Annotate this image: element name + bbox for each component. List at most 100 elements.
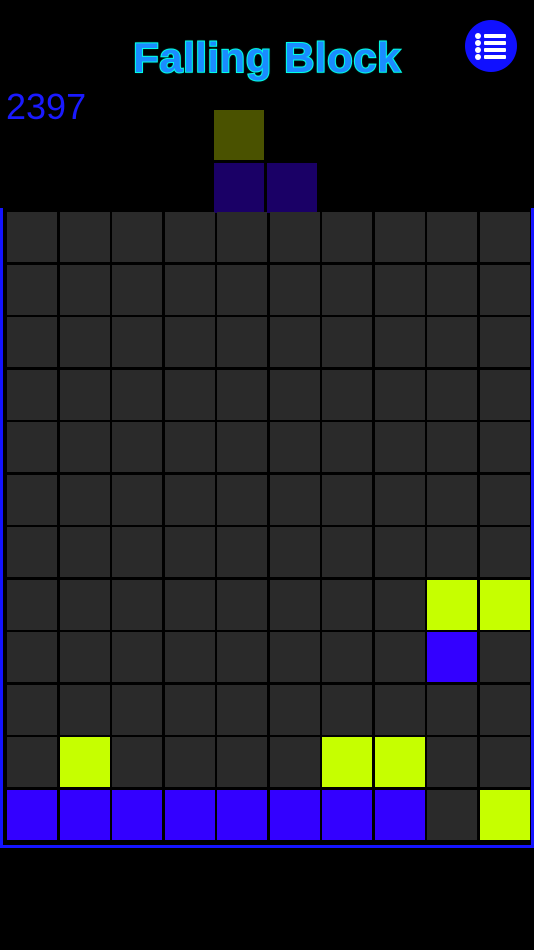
board-cell bbox=[322, 632, 372, 682]
game-board[interactable] bbox=[0, 208, 534, 848]
board-cell bbox=[7, 369, 57, 420]
board-cell bbox=[374, 369, 425, 420]
list-icon bbox=[475, 33, 506, 60]
board-cell bbox=[112, 369, 162, 420]
board-cell bbox=[59, 684, 110, 735]
board-cell bbox=[427, 422, 477, 472]
board-cell bbox=[322, 527, 372, 577]
next-piece-cell bbox=[214, 162, 264, 213]
board-cell bbox=[7, 264, 57, 315]
board-cell bbox=[7, 422, 57, 472]
board-cell bbox=[7, 737, 57, 787]
score-counter: 2397 bbox=[6, 86, 87, 127]
board-cell bbox=[427, 369, 477, 420]
board-cell bbox=[322, 737, 372, 787]
board-cell bbox=[427, 317, 477, 367]
board-cell bbox=[479, 474, 530, 525]
board-cell bbox=[7, 317, 57, 367]
board-cell bbox=[374, 632, 425, 682]
board-cell bbox=[217, 317, 267, 367]
board-cell bbox=[479, 317, 530, 367]
board-cell bbox=[59, 264, 110, 315]
board-cell bbox=[7, 632, 57, 682]
board-cell bbox=[112, 317, 162, 367]
board-cell bbox=[374, 422, 425, 472]
board-cell bbox=[269, 579, 320, 630]
board-cell bbox=[164, 737, 215, 787]
board-cell bbox=[374, 317, 425, 367]
board-cell bbox=[269, 527, 320, 577]
board-cell bbox=[217, 579, 267, 630]
board-cell bbox=[269, 212, 320, 262]
board-cell bbox=[59, 632, 110, 682]
board-cell bbox=[59, 474, 110, 525]
board-cell bbox=[217, 369, 267, 420]
board-cell bbox=[322, 212, 372, 262]
board-cell bbox=[164, 369, 215, 420]
board-cell bbox=[479, 684, 530, 735]
board-cell bbox=[374, 789, 425, 840]
board-cell bbox=[7, 579, 57, 630]
board-cell bbox=[112, 212, 162, 262]
board-cell bbox=[427, 632, 477, 682]
board-cell bbox=[217, 212, 267, 262]
board-cell bbox=[374, 212, 425, 262]
board-cell bbox=[217, 632, 267, 682]
board-cell bbox=[112, 264, 162, 315]
board-cell bbox=[164, 264, 215, 315]
board-cell bbox=[479, 264, 530, 315]
menu-button[interactable] bbox=[465, 20, 517, 72]
board-cell bbox=[217, 527, 267, 577]
board-cell bbox=[479, 579, 530, 630]
board-cell bbox=[322, 264, 372, 315]
board-cell bbox=[7, 527, 57, 577]
board-cell bbox=[322, 474, 372, 525]
board-cell bbox=[7, 684, 57, 735]
board-cell bbox=[164, 474, 215, 525]
board-cell bbox=[427, 264, 477, 315]
board-cell bbox=[59, 789, 110, 840]
board-cell bbox=[427, 527, 477, 577]
board-cell bbox=[427, 737, 477, 787]
board-cell bbox=[374, 474, 425, 525]
board-cell bbox=[269, 474, 320, 525]
board-cell bbox=[112, 789, 162, 840]
board-grid bbox=[7, 212, 533, 844]
board-cell bbox=[164, 527, 215, 577]
board-cell bbox=[59, 579, 110, 630]
board-cell bbox=[479, 212, 530, 262]
board-cell bbox=[269, 737, 320, 787]
board-cell bbox=[164, 317, 215, 367]
board-cell bbox=[164, 684, 215, 735]
board-cell bbox=[269, 264, 320, 315]
board-cell bbox=[269, 789, 320, 840]
board-cell bbox=[112, 684, 162, 735]
board-cell bbox=[217, 737, 267, 787]
board-cell bbox=[322, 422, 372, 472]
board-cell bbox=[269, 632, 320, 682]
board-cell bbox=[112, 632, 162, 682]
board-cell bbox=[479, 789, 530, 840]
board-cell bbox=[374, 737, 425, 787]
board-cell bbox=[112, 579, 162, 630]
board-cell bbox=[322, 684, 372, 735]
board-cell bbox=[164, 422, 215, 472]
board-cell bbox=[269, 684, 320, 735]
board-cell bbox=[479, 422, 530, 472]
board-cell bbox=[112, 422, 162, 472]
board-cell bbox=[217, 474, 267, 525]
board-cell bbox=[59, 737, 110, 787]
board-cell bbox=[374, 264, 425, 315]
board-cell bbox=[112, 474, 162, 525]
board-cell bbox=[322, 369, 372, 420]
board-cell bbox=[427, 579, 477, 630]
board-cell bbox=[217, 264, 267, 315]
board-cell bbox=[427, 474, 477, 525]
board-cell bbox=[479, 737, 530, 787]
board-cell bbox=[427, 789, 477, 840]
board-cell bbox=[7, 789, 57, 840]
board-cell bbox=[374, 527, 425, 577]
board-cell bbox=[7, 474, 57, 525]
board-cell bbox=[217, 684, 267, 735]
board-cell bbox=[479, 632, 530, 682]
